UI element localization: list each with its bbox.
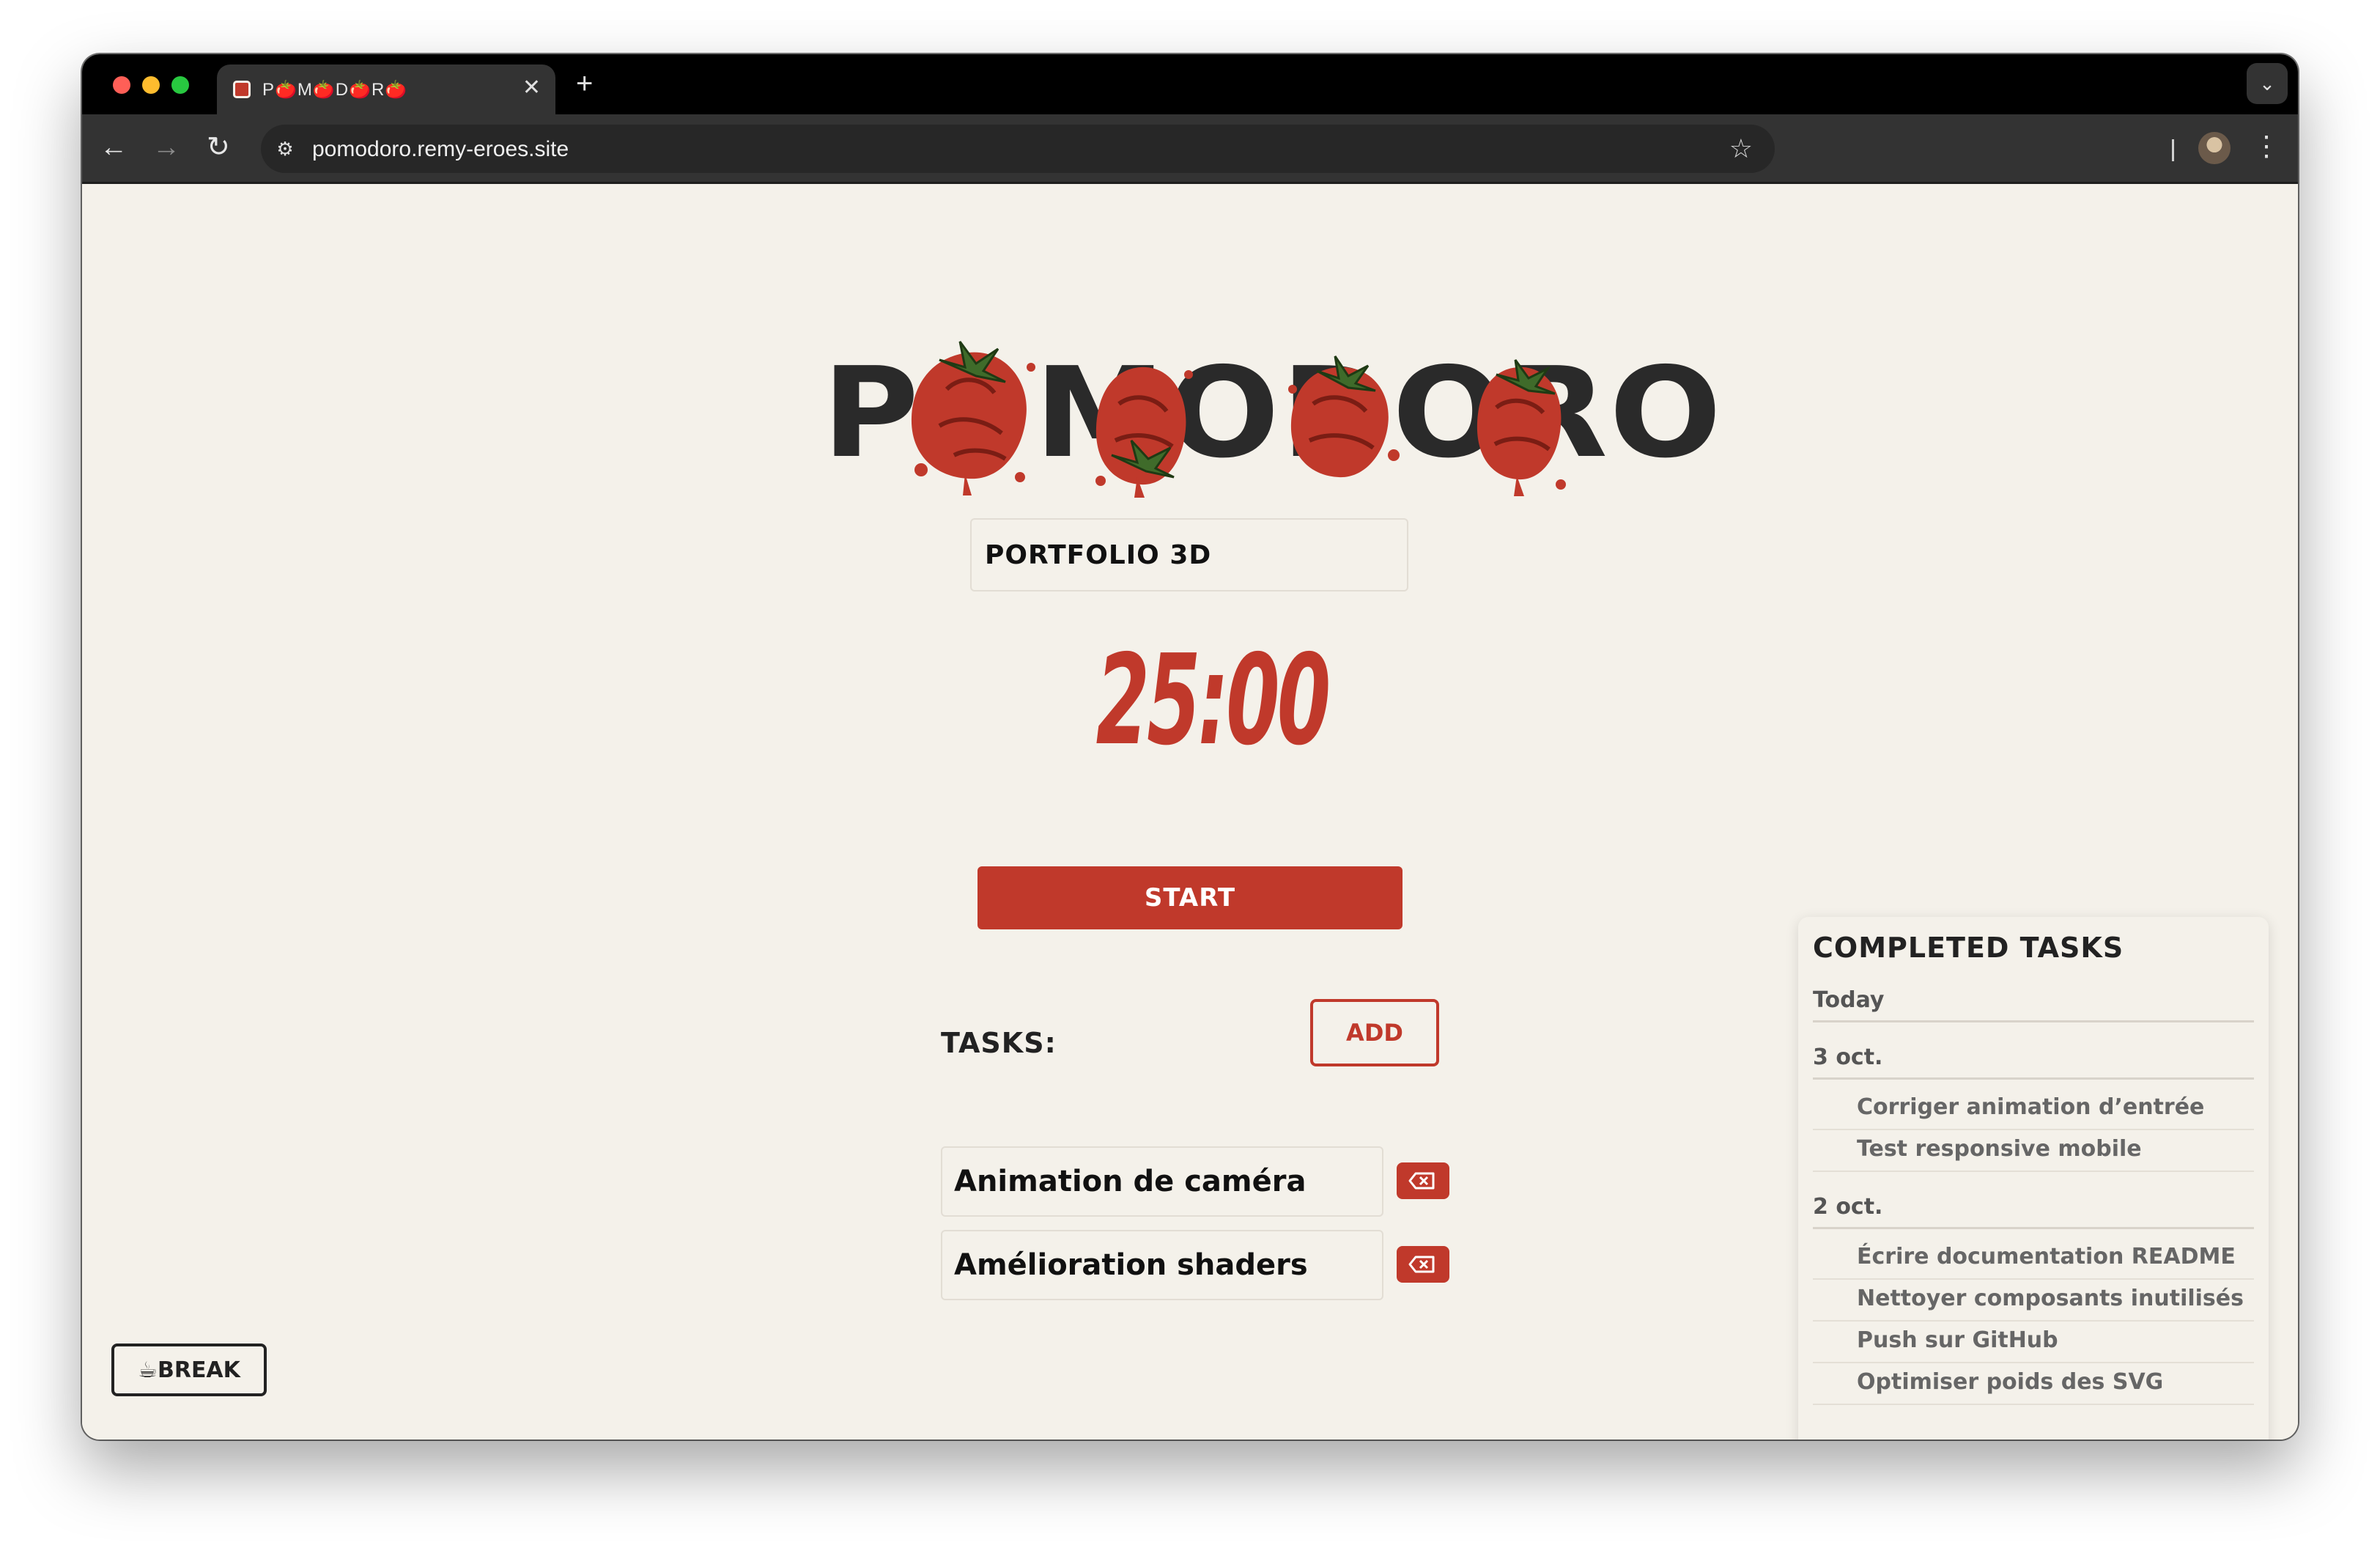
task-item [941, 1230, 1454, 1300]
pomodoro-logo: POMODORO [822, 323, 1721, 499]
tomato-icon [1477, 359, 1566, 496]
maximize-window-button[interactable] [171, 76, 189, 94]
forward-icon[interactable]: → [152, 130, 180, 164]
completed-tasks-panel: COMPLETED TASKS Today 3 oct. Corriger an… [1798, 917, 2269, 1440]
task-input[interactable] [941, 1230, 1383, 1300]
tomato-icon [1288, 355, 1400, 478]
tab-title: P🍅M🍅D🍅R🍅 [262, 80, 408, 100]
start-button[interactable]: START [978, 866, 1402, 929]
chevron-down-icon: ⌄ [2259, 73, 2275, 95]
completed-task-item: Test responsive mobile [1813, 1130, 2254, 1172]
task-input[interactable] [941, 1146, 1383, 1217]
toolbar-divider [2172, 139, 2174, 161]
backspace-delete-icon [1408, 1172, 1435, 1190]
tab-search-button[interactable]: ⌄ [2247, 63, 2288, 104]
browser-window: P🍅M🍅D🍅R🍅 ✕ + ⌄ ← → ↻ ⚙ pomodoro.remy-ero… [82, 54, 2298, 1440]
new-tab-button[interactable]: + [576, 67, 593, 100]
minimize-window-button[interactable] [142, 76, 160, 94]
tasks-heading: TASKS: [941, 1027, 1057, 1059]
tab-close-icon[interactable]: ✕ [522, 75, 541, 101]
browser-toolbar: ← → ↻ ⚙ pomodoro.remy-eroes.site ☆ ⋮ [82, 114, 2298, 184]
page-content: POMODORO PORTFOLIO 3D 25:00 START TASKS:… [82, 184, 2298, 1440]
task-item [941, 1146, 1454, 1217]
site-settings-icon[interactable]: ⚙ [273, 136, 298, 161]
date-group-2-oct: 2 oct. [1813, 1191, 2254, 1229]
active-tab[interactable]: P🍅M🍅D🍅R🍅 ✕ [217, 64, 555, 114]
add-task-button[interactable]: ADD [1310, 999, 1439, 1066]
completed-task-item: Optimiser poids des SVG [1813, 1363, 2254, 1405]
project-name-input[interactable] [970, 518, 1408, 591]
completed-task-item: Push sur GitHub [1813, 1322, 2254, 1363]
delete-task-button[interactable] [1397, 1246, 1449, 1283]
address-bar[interactable]: ⚙ pomodoro.remy-eroes.site ☆ [261, 125, 1775, 173]
reload-icon[interactable]: ↻ [207, 130, 230, 164]
date-group-today: Today [1813, 984, 2254, 1022]
break-button[interactable]: ☕BREAK [111, 1344, 267, 1396]
completed-tasks-title: COMPLETED TASKS [1813, 932, 2124, 964]
timer-display: 25:00 [1095, 628, 1331, 773]
delete-task-button[interactable] [1397, 1162, 1449, 1199]
close-window-button[interactable] [113, 76, 130, 94]
tomato-icon [911, 341, 1035, 495]
completed-task-item: Nettoyer composants inutilisés [1813, 1280, 2254, 1322]
url-text[interactable]: pomodoro.remy-eroes.site [312, 137, 569, 162]
completed-task-item: Corriger animation d’entrée [1813, 1088, 2254, 1130]
date-group-3-oct: 3 oct. [1813, 1042, 2254, 1080]
favicon-icon [233, 81, 251, 98]
completed-task-item: Écrire documentation README [1813, 1238, 2254, 1280]
tab-bar: P🍅M🍅D🍅R🍅 ✕ + ⌄ [82, 54, 2298, 114]
bookmark-star-icon[interactable]: ☆ [1729, 133, 1753, 164]
backspace-delete-icon [1408, 1256, 1435, 1273]
tomato-icon [1095, 366, 1193, 498]
back-icon[interactable]: ← [100, 130, 128, 164]
profile-avatar[interactable] [2198, 132, 2231, 164]
more-menu-icon[interactable]: ⋮ [2252, 129, 2280, 164]
